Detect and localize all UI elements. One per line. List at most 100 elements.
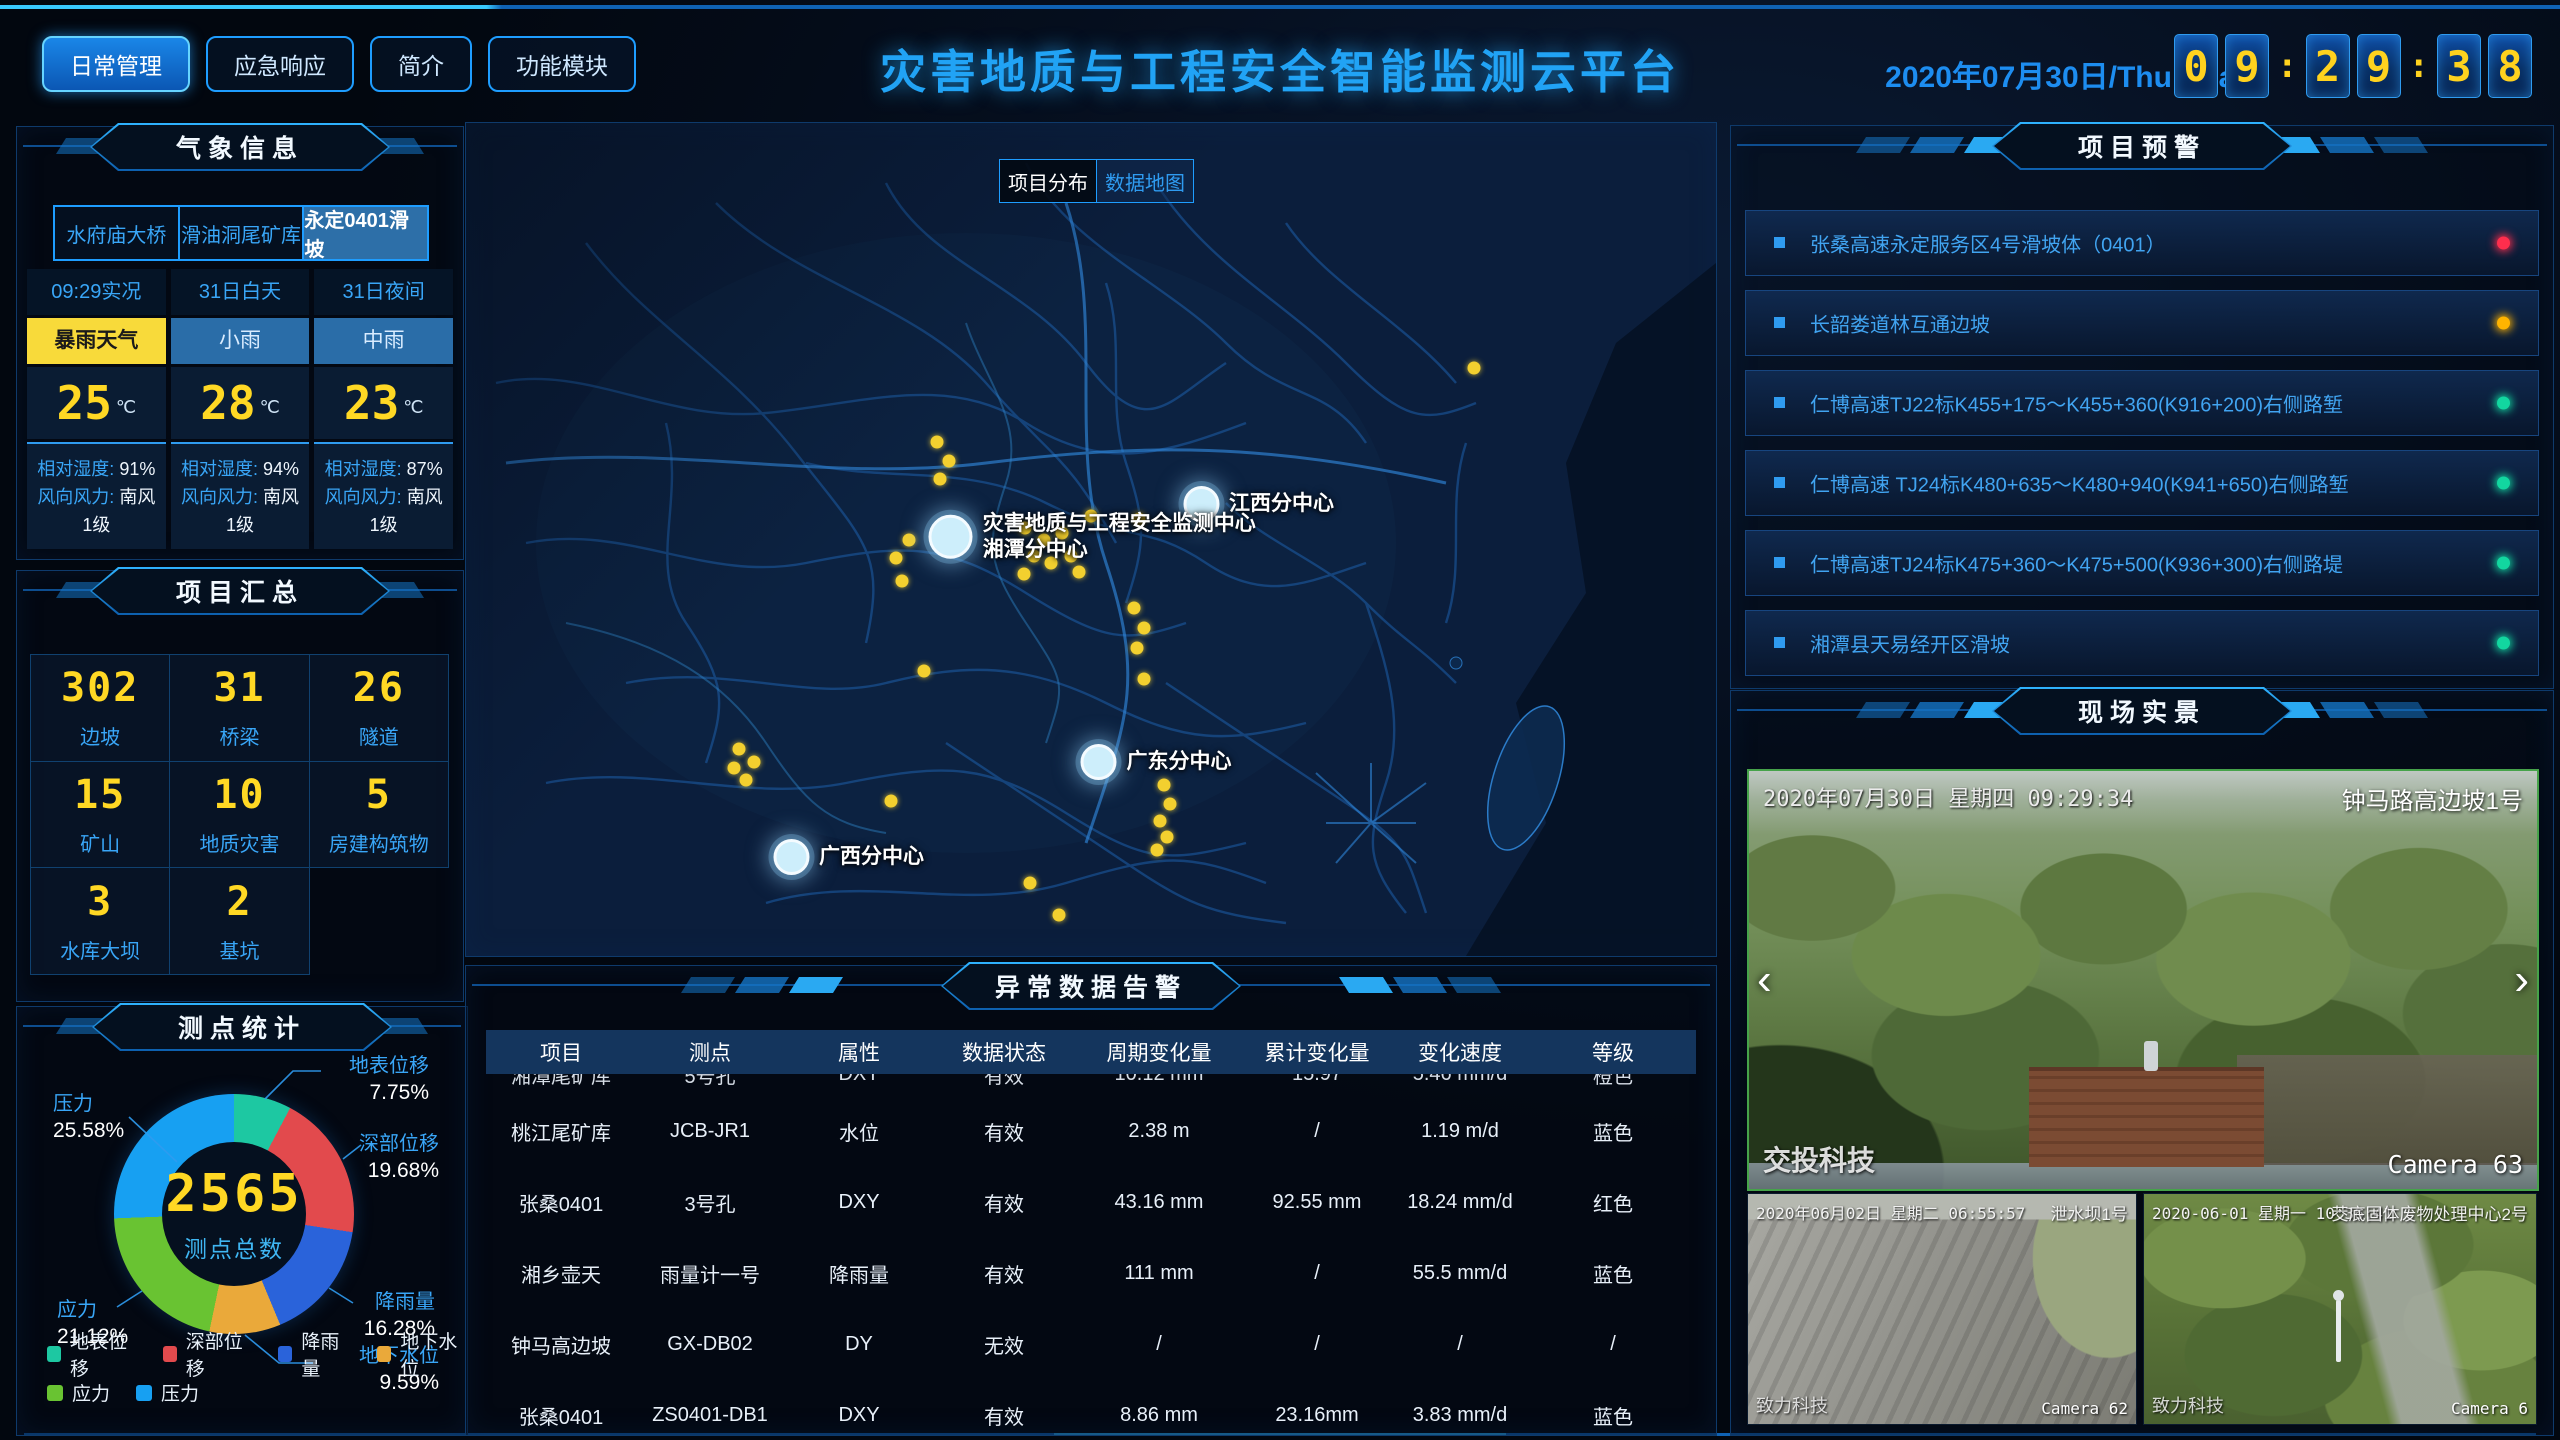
camera-thumb-2[interactable]: 2020-06-01 星期一 10:36:41 茭底固体废物处理中心2号 致力科… bbox=[2143, 1193, 2537, 1425]
cell-period-change: 111 mm bbox=[1074, 1262, 1244, 1285]
bullet-square-icon bbox=[1774, 237, 1785, 248]
alarm-panel-title: 异常数据告警 bbox=[943, 964, 1239, 1008]
summary-value: 26 bbox=[353, 665, 405, 711]
marker-label-line1: 灾害地质与工程安全监测中心 bbox=[983, 511, 1256, 537]
panel-title-plate: 测点统计 bbox=[92, 1003, 392, 1051]
cell-cumulative-change: 92.55 mm bbox=[1244, 1191, 1390, 1214]
project-summary-grid: 302 边坡 31 桥梁 26 隧道 15 矿山 bbox=[31, 655, 449, 975]
center-marker[interactable]: 广西分中心 bbox=[773, 839, 924, 875]
tab-yongding-0401-slope[interactable]: 永定0401滑坡 bbox=[304, 207, 427, 259]
point-stats-header: 测点统计 bbox=[17, 1003, 467, 1053]
warning-status-dot bbox=[2497, 317, 2510, 330]
cell-point: JCB-JR1 bbox=[636, 1120, 784, 1143]
legend-item: 应力 bbox=[47, 1379, 110, 1406]
project-dot bbox=[917, 665, 930, 678]
clock-digit: 2 bbox=[2306, 34, 2350, 98]
summary-label: 边坡 bbox=[80, 721, 120, 750]
center-marker[interactable]: 广东分中心 bbox=[1081, 744, 1232, 780]
legend-swatch bbox=[163, 1346, 177, 1362]
tab-data-map[interactable]: 数据地图 bbox=[1096, 160, 1193, 202]
top-trim-line bbox=[0, 5, 2560, 9]
legend-swatch bbox=[47, 1346, 61, 1362]
cell-period-change: / bbox=[1074, 1333, 1244, 1356]
humidity-label: 相对湿度: bbox=[325, 459, 402, 479]
callout-name: 地表位移 bbox=[315, 1053, 429, 1079]
marker-circle-icon bbox=[929, 515, 973, 559]
warning-list-item[interactable]: 湘潭县天易经开区滑坡 bbox=[1745, 610, 2539, 676]
point-stats-panel: 测点统计 2565 测点总数 地表位移 7.75 bbox=[16, 1006, 468, 1436]
summary-value: 15 bbox=[74, 772, 126, 818]
cell-point: GX-DB02 bbox=[636, 1333, 784, 1356]
donut-center: 2565 测点总数 bbox=[162, 1142, 306, 1286]
wind-label: 风向风力: bbox=[37, 487, 114, 507]
col-header-data-status: 数据状态 bbox=[934, 1037, 1074, 1067]
project-dot bbox=[747, 755, 760, 768]
weather-temp: 25 ℃ bbox=[27, 367, 166, 439]
warning-list-item[interactable]: 仁博高速TJ24标K475+360～K475+500(K936+300)右侧路堤 bbox=[1745, 530, 2539, 596]
warning-list-item[interactable]: 张桑高速永定服务区4号滑坡体（0401） bbox=[1745, 210, 2539, 276]
thumb-timestamp: 2020年06月02日 星期二 06:55:57 bbox=[1756, 1200, 2025, 1224]
summary-label: 桥梁 bbox=[219, 721, 259, 750]
main-camera-view: 2020年07月30日 星期四 09:29:34 钟马路高边坡1号 交投科技 C… bbox=[1747, 769, 2539, 1191]
panel-ornament bbox=[1861, 702, 2013, 718]
tab-huayoudong-tailings[interactable]: 滑油洞尾矿库 bbox=[180, 207, 305, 259]
summary-cell: 302 边坡 bbox=[30, 654, 170, 762]
legend-item: 深部位移 bbox=[163, 1327, 253, 1381]
live-view-title: 现场实景 bbox=[1994, 689, 2290, 733]
summary-value: 2 bbox=[226, 879, 252, 925]
summary-cell: 5 房建构筑物 bbox=[309, 761, 449, 869]
marker-label-line1: 广西分中心 bbox=[819, 844, 924, 870]
panel-title-plate: 异常数据告警 bbox=[941, 962, 1241, 1010]
camera-thumb-1[interactable]: 2020年06月02日 星期二 06:55:57 泄水坝1号 致力科技 Came… bbox=[1747, 1193, 2137, 1425]
warning-list-item[interactable]: 长韶娄道林互通边坡 bbox=[1745, 290, 2539, 356]
warning-list-item[interactable]: 仁博高速 TJ24标K480+635～K480+940(K941+650)右侧路… bbox=[1745, 450, 2539, 516]
table-row: 湘潭尾矿库 5号孔 DXY 有效 10.12 mm 15.97 5.46 mm/… bbox=[486, 1074, 1696, 1096]
project-dot bbox=[740, 774, 753, 787]
warning-text: 湘潭县天易经开区滑坡 bbox=[1810, 629, 2010, 658]
cell-data-status: 有效 bbox=[934, 1074, 1074, 1089]
tab-project-distribution[interactable]: 项目分布 bbox=[1000, 160, 1096, 202]
legend-label: 应力 bbox=[72, 1379, 110, 1406]
cell-change-rate: 5.46 mm/d bbox=[1390, 1074, 1530, 1086]
total-points-label: 测点总数 bbox=[184, 1230, 284, 1264]
cell-attribute: 水位 bbox=[784, 1117, 934, 1146]
cell-change-rate: 55.5 mm/d bbox=[1390, 1262, 1530, 1285]
dashboard: 日常管理 应急响应 简介 功能模块 灾害地质与工程安全智能监测云平台 2020年… bbox=[0, 0, 2560, 1440]
bullet-square-icon bbox=[1774, 477, 1785, 488]
cell-level: 橙色 bbox=[1530, 1074, 1696, 1089]
cell-attribute: DXY bbox=[784, 1074, 934, 1086]
thumb-camera-id: Camera 6 bbox=[2451, 1399, 2528, 1418]
alarm-panel: 异常数据告警 项目 测点 属性 数据状态 周期变化量 累计变化量 变化速度 等级… bbox=[465, 965, 1717, 1436]
cell-project: 张桑0401 bbox=[486, 1188, 636, 1217]
camera-next-icon[interactable]: › bbox=[2514, 958, 2529, 1002]
warning-list-item[interactable]: 仁博高速TJ22标K455+175～K455+360(K916+200)右侧路堑 bbox=[1745, 370, 2539, 436]
temp-value: 28 bbox=[200, 376, 255, 430]
callout-percent: 7.75% bbox=[315, 1079, 429, 1106]
cell-level: 蓝色 bbox=[1530, 1117, 1696, 1146]
thumb-camera-id: Camera 62 bbox=[2041, 1399, 2128, 1418]
project-dot bbox=[1153, 815, 1166, 828]
tab-shuifumiao-bridge[interactable]: 水府庙大桥 bbox=[55, 207, 180, 259]
clock-digit: 9 bbox=[2357, 34, 2401, 98]
center-marker[interactable]: 灾害地质与工程安全监测中心 湘潭分中心 bbox=[929, 511, 1256, 564]
weather-col-now: 09:29实况 暴雨天气 25 ℃ 相对湿度: 91% 风向风力: 南风1级 bbox=[27, 269, 166, 549]
weather-site-tabs: 水府庙大桥 滑油洞尾矿库 永定0401滑坡 bbox=[53, 205, 429, 261]
wind-label: 风向风力: bbox=[325, 487, 402, 507]
cell-attribute: 降雨量 bbox=[784, 1259, 934, 1288]
thumb-name: 泄水坝1号 bbox=[2051, 1200, 2128, 1225]
project-dot bbox=[1467, 361, 1480, 374]
thumb-name: 茭底固体废物处理中心2号 bbox=[2332, 1200, 2528, 1225]
callout-name: 深部位移 bbox=[321, 1131, 439, 1157]
col-header-attribute: 属性 bbox=[784, 1037, 934, 1067]
project-dot bbox=[1137, 672, 1150, 685]
camera-retaining-wall bbox=[2237, 1055, 2537, 1165]
warning-status-dot bbox=[2497, 557, 2510, 570]
live-view-header: 现场实景 bbox=[1731, 687, 2553, 737]
project-summary-title: 项目汇总 bbox=[92, 569, 388, 613]
warning-status-dot bbox=[2497, 237, 2510, 250]
summary-label: 房建构筑物 bbox=[329, 828, 429, 857]
project-dot bbox=[1023, 876, 1036, 889]
camera-prev-icon[interactable]: ‹ bbox=[1757, 958, 1772, 1002]
clock-digit: 3 bbox=[2437, 34, 2481, 98]
donut-callout: 压力 25.58% bbox=[53, 1091, 163, 1144]
